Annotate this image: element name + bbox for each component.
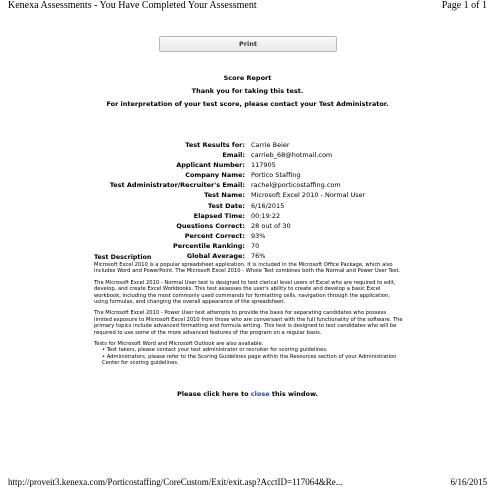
result-label: Percent Correct: — [184, 231, 245, 240]
print-header: Kenexa Assessments - You Have Completed … — [8, 0, 487, 12]
result-label: Test Date: — [207, 201, 245, 210]
result-label: Test Name: — [204, 191, 245, 200]
result-value: 70 — [251, 241, 260, 250]
test-description: Test Description Microsoft Excel 2010 is… — [94, 254, 404, 367]
description-paragraph: The Microsoft Excel 2010 - Power User te… — [94, 310, 403, 336]
result-value: rachel@porticostaffing.com — [251, 181, 341, 190]
result-label: Email: — [222, 151, 245, 160]
window-title: Kenexa Assessments - You Have Completed … — [8, 0, 257, 11]
description-paragraph: The Microsoft Excel 2010 - Normal User t… — [94, 279, 396, 306]
result-row: Applicant Number: 117905 — [60, 160, 440, 170]
result-row: Test Date: 6/16/2015 — [60, 201, 440, 211]
result-value: 28 out of 30 — [251, 221, 291, 230]
result-row: Company Name: Portico Staffing — [60, 170, 440, 180]
result-label: Percentile Ranking: — [173, 241, 245, 250]
result-label: Test Results for: — [185, 141, 245, 149]
result-row: Questions Correct: 28 out of 30 — [60, 221, 440, 231]
thank-you-text: Thank you for taking this test. — [191, 87, 304, 95]
result-row: Test Administrator/Recruiter's Email: rac… — [60, 180, 440, 190]
page-number: Page 1 of 1 — [441, 0, 487, 11]
result-label: Company Name: — [185, 171, 245, 180]
close-suffix: this window. — [269, 390, 319, 398]
results-table: Test Results for: Carrie Beier Email: carri… — [60, 140, 440, 261]
print-footer: http://proveit3.kenexa.com/Porticostaffi… — [8, 476, 487, 488]
close-link[interactable]: close — [251, 390, 270, 398]
description-title: Test Description — [94, 254, 152, 261]
result-row: Test Results for: Carrie Beier — [60, 140, 440, 150]
result-value: 6/16/2015 — [251, 201, 285, 210]
page-url: http://proveit3.kenexa.com/Porticostaffi… — [8, 477, 343, 487]
result-label: Test Administrator/Recruiter's Email: — [109, 181, 245, 190]
result-row: Percentile Ranking: 70 — [60, 241, 440, 251]
result-value: Microsoft Excel 2010 - Normal User — [251, 191, 366, 200]
result-value: 00:19:22 — [251, 211, 281, 220]
result-value: 117905 — [251, 161, 276, 170]
description-list: Test takers, please contact your test ad… — [94, 347, 404, 366]
close-prefix: Please click here to — [176, 390, 251, 398]
result-label: Elapsed Time: — [193, 211, 245, 220]
result-value: 93% — [251, 231, 266, 240]
report-title: Score Report — [223, 74, 272, 82]
interpretation-text: For interpretation of your test score, p… — [106, 100, 389, 108]
result-row: Email: carrieb_68@hotmail.com — [60, 150, 440, 160]
print-date: 6/16/2015 — [450, 477, 487, 487]
result-label: Applicant Number: — [176, 161, 245, 170]
result-label: Questions Correct: — [176, 221, 245, 230]
close-window-line: Please click here to close this window. — [0, 390, 495, 398]
result-value: carrieb_68@hotmail.com — [251, 151, 333, 160]
print-button[interactable]: Print — [159, 36, 337, 52]
result-row: Test Name: Microsoft Excel 2010 - Normal … — [60, 190, 440, 200]
description-paragraph: Microsoft Excel 2010 is a popular spread… — [94, 262, 401, 275]
list-item: Administrators, please refer to the Scor… — [102, 354, 404, 367]
result-row: Elapsed Time: 00:19:22 — [60, 211, 440, 221]
result-value: Carrie Beier — [251, 141, 290, 149]
result-value: Portico Staffing — [251, 171, 301, 180]
result-row: Percent Correct: 93% — [60, 231, 440, 241]
